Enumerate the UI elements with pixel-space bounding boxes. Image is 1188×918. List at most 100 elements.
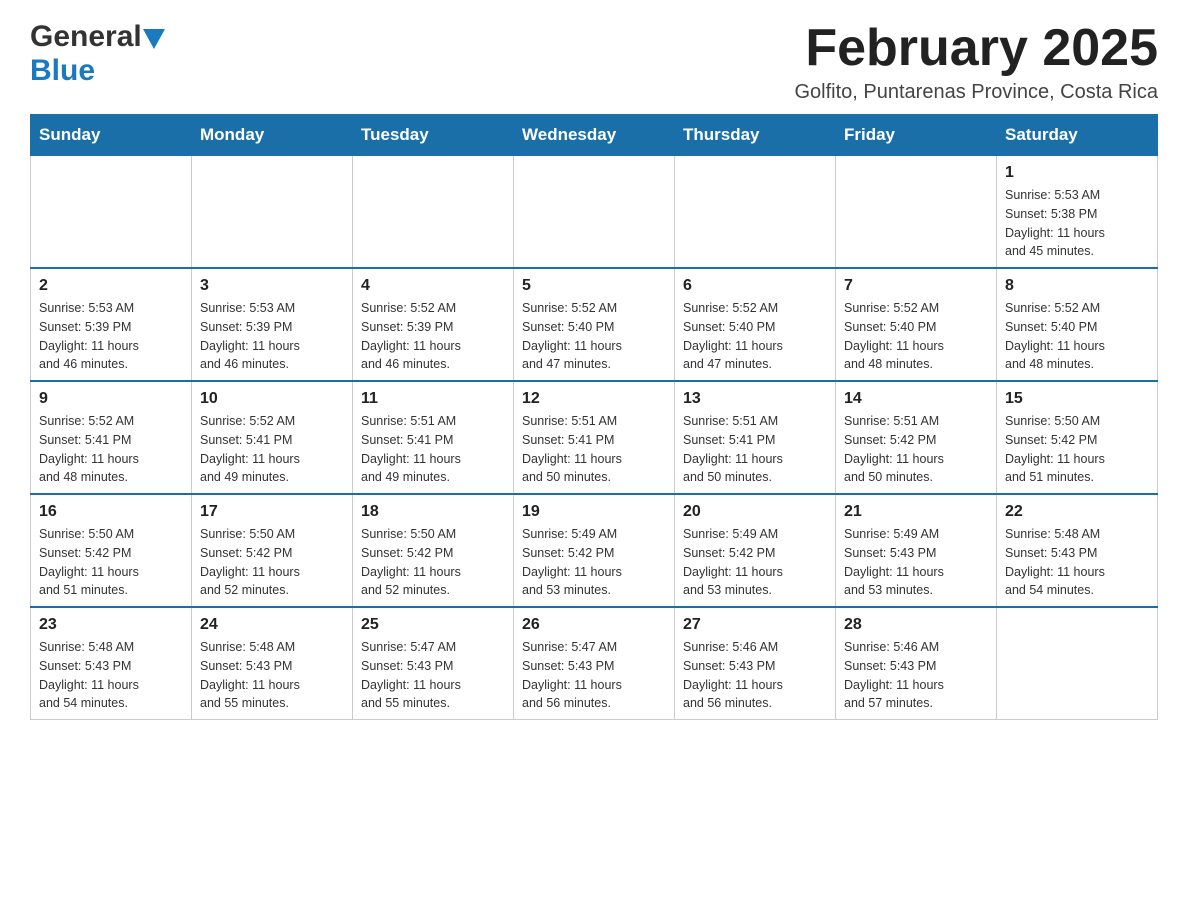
day-info: Sunrise: 5:52 AMSunset: 5:39 PMDaylight:… [361,299,505,374]
day-info: Sunrise: 5:48 AMSunset: 5:43 PMDaylight:… [200,638,344,713]
day-info: Sunrise: 5:46 AMSunset: 5:43 PMDaylight:… [683,638,827,713]
calendar-cell: 16 Sunrise: 5:50 AMSunset: 5:42 PMDayligh… [31,494,192,607]
logo-triangle-icon [143,29,165,49]
calendar-cell: 24 Sunrise: 5:48 AMSunset: 5:43 PMDayligh… [192,607,353,720]
location-title: Golfito, Puntarenas Province, Costa Rica [794,81,1158,104]
day-number: 19 [522,503,666,521]
calendar-cell: 21 Sunrise: 5:49 AMSunset: 5:43 PMDayligh… [836,494,997,607]
calendar-cell [514,156,675,269]
day-number: 28 [844,616,988,634]
day-number: 14 [844,390,988,408]
calendar-cell: 3 Sunrise: 5:53 AMSunset: 5:39 PMDaylight… [192,268,353,381]
calendar-cell [353,156,514,269]
day-info: Sunrise: 5:48 AMSunset: 5:43 PMDaylight:… [39,638,183,713]
day-number: 3 [200,277,344,295]
calendar-header-monday: Monday [192,115,353,156]
day-info: Sunrise: 5:50 AMSunset: 5:42 PMDaylight:… [200,525,344,600]
calendar-cell: 25 Sunrise: 5:47 AMSunset: 5:43 PMDayligh… [353,607,514,720]
day-number: 13 [683,390,827,408]
day-number: 10 [200,390,344,408]
day-number: 18 [361,503,505,521]
calendar-cell: 19 Sunrise: 5:49 AMSunset: 5:42 PMDayligh… [514,494,675,607]
day-number: 21 [844,503,988,521]
day-info: Sunrise: 5:52 AMSunset: 5:40 PMDaylight:… [683,299,827,374]
day-info: Sunrise: 5:52 AMSunset: 5:41 PMDaylight:… [200,412,344,487]
calendar-cell: 28 Sunrise: 5:46 AMSunset: 5:43 PMDayligh… [836,607,997,720]
calendar-cell [192,156,353,269]
calendar-cell: 5 Sunrise: 5:52 AMSunset: 5:40 PMDaylight… [514,268,675,381]
calendar-cell: 2Sunrise: 5:53 AMSunset: 5:39 PMDaylight… [31,268,192,381]
day-number: 12 [522,390,666,408]
calendar-header-row: SundayMondayTuesdayWednesdayThursdayFrid… [31,115,1158,156]
day-number: 6 [683,277,827,295]
calendar-header-tuesday: Tuesday [353,115,514,156]
day-number: 5 [522,277,666,295]
calendar-week-1: 1Sunrise: 5:53 AMSunset: 5:38 PMDaylight… [31,156,1158,269]
day-number: 15 [1005,390,1149,408]
page-header: General Blue February 2025 Golfito, Punt… [30,20,1158,104]
calendar-cell: 6 Sunrise: 5:52 AMSunset: 5:40 PMDaylight… [675,268,836,381]
calendar-cell: 23 Sunrise: 5:48 AMSunset: 5:43 PMDayligh… [31,607,192,720]
day-number: 27 [683,616,827,634]
calendar-cell: 14 Sunrise: 5:51 AMSunset: 5:42 PMDayligh… [836,381,997,494]
day-info: Sunrise: 5:50 AMSunset: 5:42 PMDaylight:… [39,525,183,600]
day-info: Sunrise: 5:52 AMSunset: 5:40 PMDaylight:… [522,299,666,374]
calendar-cell [31,156,192,269]
day-number: 23 [39,616,183,634]
calendar-header-sunday: Sunday [31,115,192,156]
calendar-cell: 27 Sunrise: 5:46 AMSunset: 5:43 PMDayligh… [675,607,836,720]
calendar-cell: 18 Sunrise: 5:50 AMSunset: 5:42 PMDayligh… [353,494,514,607]
calendar-header-saturday: Saturday [997,115,1158,156]
day-info: Sunrise: 5:50 AMSunset: 5:42 PMDaylight:… [1005,412,1149,487]
logo-general-text: General [30,20,142,54]
day-info: Sunrise: 5:48 AMSunset: 5:43 PMDaylight:… [1005,525,1149,600]
calendar-cell: 11Sunrise: 5:51 AMSunset: 5:41 PMDayligh… [353,381,514,494]
day-number: 24 [200,616,344,634]
calendar-week-3: 9 Sunrise: 5:52 AMSunset: 5:41 PMDaylight… [31,381,1158,494]
calendar-cell [997,607,1158,720]
day-info: Sunrise: 5:52 AMSunset: 5:41 PMDaylight:… [39,412,183,487]
day-info: Sunrise: 5:52 AMSunset: 5:40 PMDaylight:… [844,299,988,374]
day-info: Sunrise: 5:51 AMSunset: 5:42 PMDaylight:… [844,412,988,487]
calendar-header-thursday: Thursday [675,115,836,156]
calendar-week-5: 23 Sunrise: 5:48 AMSunset: 5:43 PMDayligh… [31,607,1158,720]
calendar-header-wednesday: Wednesday [514,115,675,156]
calendar-cell: 9 Sunrise: 5:52 AMSunset: 5:41 PMDaylight… [31,381,192,494]
day-info: Sunrise: 5:52 AMSunset: 5:40 PMDaylight:… [1005,299,1149,374]
day-number: 20 [683,503,827,521]
logo-blue-text: Blue [30,54,95,87]
day-number: 9 [39,390,183,408]
day-number: 26 [522,616,666,634]
calendar-cell: 22 Sunrise: 5:48 AMSunset: 5:43 PMDayligh… [997,494,1158,607]
title-block: February 2025 Golfito, Puntarenas Provin… [794,20,1158,104]
calendar-cell: 10 Sunrise: 5:52 AMSunset: 5:41 PMDayligh… [192,381,353,494]
day-number: 16 [39,503,183,521]
calendar-cell: 13Sunrise: 5:51 AMSunset: 5:41 PMDayligh… [675,381,836,494]
day-info: Sunrise: 5:51 AMSunset: 5:41 PMDaylight:… [522,412,666,487]
calendar-cell: 17 Sunrise: 5:50 AMSunset: 5:42 PMDayligh… [192,494,353,607]
day-info: Sunrise: 5:46 AMSunset: 5:43 PMDaylight:… [844,638,988,713]
day-number: 7 [844,277,988,295]
calendar-week-2: 2 Sunrise: 5:53 AMSunset: 5:39 PMDaylight… [31,268,1158,381]
day-number: 4 [361,277,505,295]
day-number: 8 [1005,277,1149,295]
calendar-cell: 1Sunrise: 5:53 AMSunset: 5:38 PMDaylight… [997,156,1158,269]
day-info: Sunrise: 5:47 AMSunset: 5:43 PMDaylight:… [361,638,505,713]
calendar-header-friday: Friday [836,115,997,156]
calendar-cell: 8 Sunrise: 5:52 AMSunset: 5:40 PMDaylight… [997,268,1158,381]
day-info: Sunrise: 5:53 AMSunset: 5:39 PMDaylight:… [200,299,344,374]
calendar-table: SundayMondayTuesdayWednesdayThursdayFrid… [30,114,1158,720]
calendar-cell [836,156,997,269]
day-number: 17 [200,503,344,521]
calendar-cell: 15 Sunrise: 5:50 AMSunset: 5:42 PMDayligh… [997,381,1158,494]
day-info: Sunrise: 5:49 AMSunset: 5:42 PMDaylight:… [522,525,666,600]
day-number: 1 [1005,164,1149,182]
calendar-cell [675,156,836,269]
day-info: Sunrise: 5:50 AMSunset: 5:42 PMDaylight:… [361,525,505,600]
day-number: 22 [1005,503,1149,521]
day-number: 25 [361,616,505,634]
calendar-week-4: 16 Sunrise: 5:50 AMSunset: 5:42 PMDayligh… [31,494,1158,607]
day-number: 2 [39,277,183,295]
day-info: Sunrise: 5:49 AMSunset: 5:43 PMDaylight:… [844,525,988,600]
calendar-cell: 4 Sunrise: 5:52 AMSunset: 5:39 PMDaylight… [353,268,514,381]
